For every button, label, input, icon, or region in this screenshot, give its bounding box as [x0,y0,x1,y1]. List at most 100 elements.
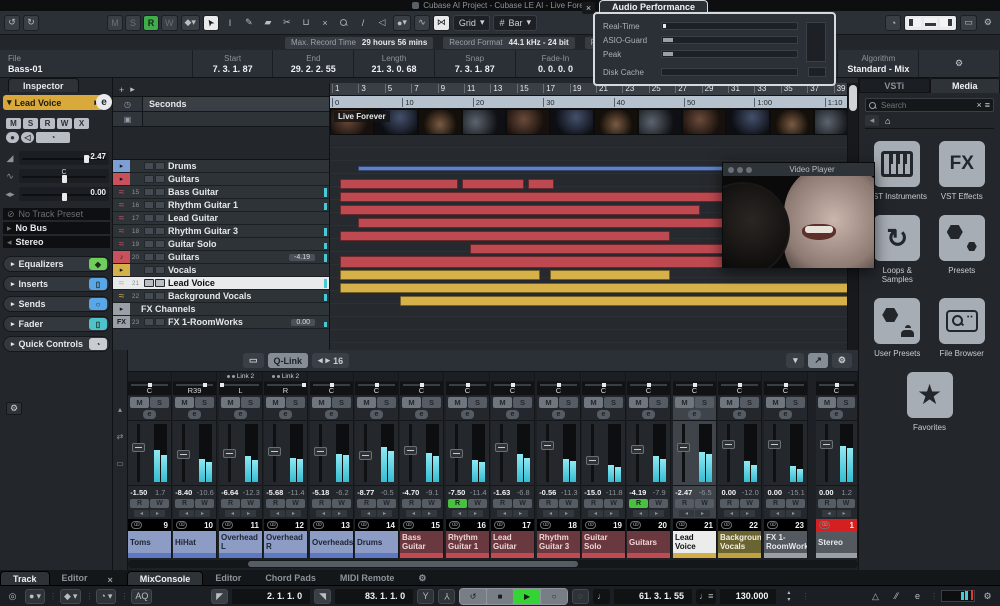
info-line-gear-icon[interactable]: ⚙ [919,50,1000,77]
channel-name[interactable]: Background Vocals [718,531,761,553]
strip-write-button[interactable]: W [513,499,532,508]
strip-write-button[interactable]: W [468,499,487,508]
channel-number-row[interactable]: oo11 [219,518,262,531]
strip-mute-button[interactable]: M [675,397,694,408]
strip-solo-button[interactable]: S [695,397,714,408]
strip-write-button[interactable]: W [559,499,578,508]
time-format-icon[interactable]: ♩ [593,589,610,604]
strip-edit-button[interactable]: e [325,410,338,419]
strip-write-button[interactable]: W [695,499,714,508]
strip-next-icon[interactable]: ▸ [332,510,347,517]
channel-strip-background-vocals[interactable]: CMSe0.00-12.0RW◂▸oo22Background Vocals [718,372,762,558]
track-s-button[interactable]: S [23,118,38,129]
fader-handle[interactable] [132,443,145,452]
track-x-button[interactable]: X [74,118,89,129]
strip-volume-value[interactable]: -8.77 [355,488,377,497]
media-tile-vst-effects[interactable]: FXVST Effects [931,141,993,201]
strip-prev-icon[interactable]: ◂ [225,510,240,517]
inspector-section-inserts[interactable]: ▸Inserts▯ [3,276,110,292]
strip-solo-button[interactable]: S [513,397,532,408]
media-tile-vst-instruments[interactable]: VST Instruments [866,141,928,201]
color-tool-icon[interactable]: ●▾ [393,15,411,31]
fader-section[interactable] [173,420,216,486]
fader-section[interactable] [355,420,398,486]
channel-strip-hihat[interactable]: R39MSe-8.40-10.6RW◂▸oo10HiHat [173,372,217,558]
pan-control[interactable]: C [446,382,489,396]
tab-vsti[interactable]: VSTi [859,78,930,93]
fader-section[interactable] [718,420,761,486]
audio-event[interactable] [340,179,458,189]
channel-strip-lead-voice[interactable]: CMSe-2.47-6.5RW◂▸oo21Lead Voice [673,372,717,558]
strip-edit-button[interactable]: e [415,410,428,419]
pan-control[interactable]: C [627,382,670,396]
record-enable-icon[interactable]: ● [6,132,19,143]
fader-handle[interactable] [268,447,281,456]
fader-section[interactable] [537,420,580,486]
track-row-lead-voice[interactable]: ≈21Lead Voice [113,277,329,290]
channel-strip-drums[interactable]: CMSe-8.77-0.5RW◂▸oo14Drums [355,372,399,558]
search-input[interactable] [879,100,973,111]
channel-number-row[interactable]: oo14 [355,518,398,531]
mixer-expand-window-icon[interactable]: ↗ [808,353,828,368]
track-mute-button[interactable] [144,214,154,222]
channel-strip-guitars[interactable]: CMSe-4.19-7.9RW◂▸oo20Guitars [627,372,671,558]
global-s-button[interactable]: S [125,15,141,31]
strip-prev-icon[interactable]: ◂ [179,510,194,517]
channel-number-row[interactable]: oo21 [673,518,716,531]
strip-read-button[interactable]: R [493,499,512,508]
track-mute-button[interactable] [144,240,154,248]
strip-volume-value[interactable]: -1.63 [491,488,513,497]
strip-solo-button[interactable]: S [604,397,623,408]
channel-strip-rhythm-guitar-3[interactable]: CMSe-0.56-11.3RW◂▸oo18Rhythm Guitar 3 [537,372,581,558]
strip-read-button[interactable]: R [175,499,194,508]
strip-edit-button[interactable]: e [830,410,843,419]
fader-section[interactable] [764,420,807,486]
channel-strip-bass-guitar[interactable]: CMSe-4.70-9.1RW◂▸oo15Bass Guitar [400,372,444,558]
strip-edit-button[interactable]: e [370,410,383,419]
strip-write-button[interactable]: W [150,499,169,508]
info-field-algorithm[interactable]: AlgorithmStandard - Mix [838,50,919,77]
fader-icon[interactable]: ▯ [89,318,107,330]
strip-prev-icon[interactable]: ◂ [361,510,376,517]
strip-next-icon[interactable]: ▸ [649,510,664,517]
media-tile-loops-samples[interactable]: ↻Loops & Samples [866,215,928,284]
track-mute-button[interactable] [144,318,154,326]
media-tile-favorites[interactable]: ★Favorites [899,372,961,432]
strip-mute-button[interactable]: M [312,397,331,408]
strip-edit-button[interactable]: e [597,410,610,419]
tab-chord-pads[interactable]: Chord Pads [253,571,328,585]
strip-read-button[interactable]: R [720,499,739,508]
monitor-icon[interactable]: ◁ [21,132,34,143]
track-visibility-icon[interactable]: ▸ [130,84,135,95]
strip-solo-button[interactable]: S [195,397,214,408]
track-mute-button[interactable] [144,266,154,274]
close-icon[interactable]: × [582,2,595,14]
undo-icon[interactable]: ↺ [4,15,20,31]
strip-solo-button[interactable]: S [422,397,441,408]
strip-solo-button[interactable]: S [150,397,169,408]
strip-solo-button[interactable]: S [468,397,487,408]
track-mute-button[interactable] [144,253,154,261]
close-icon[interactable] [728,167,734,173]
strip-volume-value[interactable]: -4.70 [400,488,422,497]
strip-next-icon[interactable]: ▸ [286,510,301,517]
strip-solo-button[interactable]: S [740,397,759,408]
strip-volume-value[interactable]: -15.0 [582,488,604,497]
strip-volume-value[interactable]: 0.00 [816,488,837,497]
left-zone-toggle-icon[interactable] [908,18,921,27]
strip-mute-button[interactable]: M [221,397,240,408]
track-solo-button[interactable] [155,240,165,248]
audio-event[interactable] [528,179,554,189]
strip-solo-button[interactable]: S [286,397,305,408]
play-tool-icon[interactable]: ◁ [374,15,390,31]
strip-write-button[interactable]: W [786,499,805,508]
redo-icon[interactable]: ↻ [23,15,39,31]
range-tool-icon[interactable]: I [222,15,238,31]
strip-volume-value[interactable]: -4.19 [627,488,649,497]
fader-section[interactable] [310,420,353,486]
channel-name[interactable]: HiHat [173,531,216,553]
channel-number-row[interactable]: oo22 [718,518,761,531]
tab-media[interactable]: Media [930,78,1000,93]
strip-read-button[interactable]: R [584,499,603,508]
object-select-tool-icon[interactable]: ➤ [203,15,219,31]
